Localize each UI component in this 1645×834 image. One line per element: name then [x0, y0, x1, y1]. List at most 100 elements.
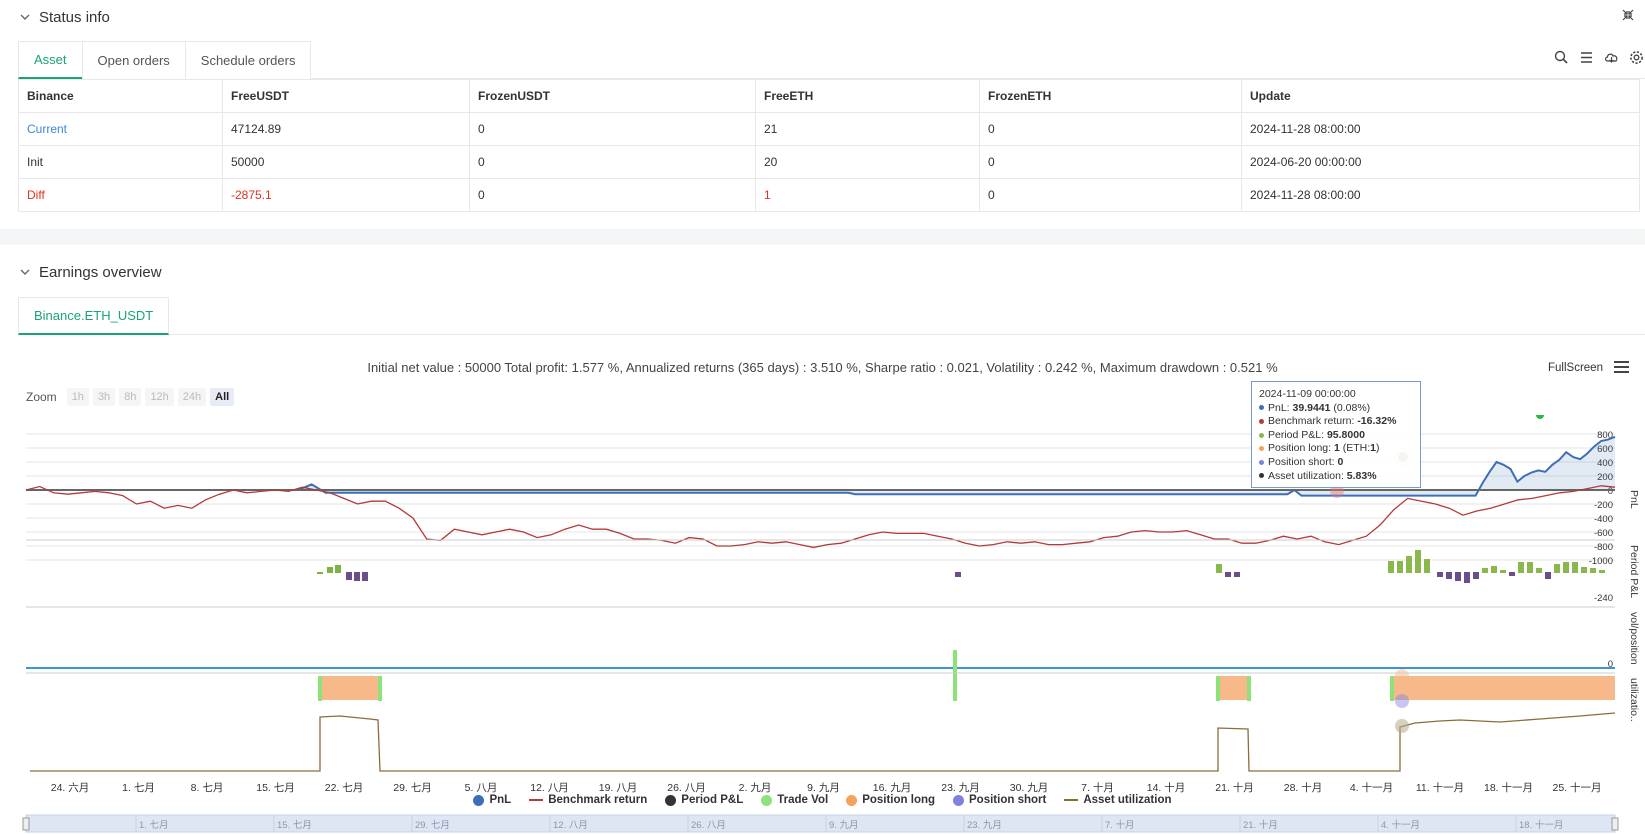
legend-position-short[interactable]: Position short	[953, 794, 1046, 806]
last-point-marker	[1536, 415, 1544, 419]
period-pnl-bar	[1482, 568, 1488, 573]
tooltip-date: 2024-11-09 00:00:00	[1259, 388, 1356, 400]
vol-axis-tick: 0	[1608, 659, 1613, 670]
period-pnl-bar	[1545, 572, 1551, 579]
zoom-24h-button[interactable]: 24h	[177, 388, 207, 406]
zoom-8h-button[interactable]: 8h	[119, 388, 142, 406]
period-pnl-bar	[1527, 562, 1533, 573]
legend-pnl[interactable]: PnL	[473, 794, 511, 806]
pnl-axis-tick: -800	[1594, 542, 1613, 553]
x-axis-tick: 14. 十月	[1147, 781, 1186, 794]
x-axis-tick: 18. 十一月	[1484, 781, 1533, 794]
table-cell: 21	[755, 112, 980, 146]
hover-marker-long	[1395, 669, 1409, 683]
gear-icon[interactable]	[1628, 49, 1645, 66]
period-pnl-bar	[1225, 572, 1231, 577]
col-binance: Binance	[18, 79, 223, 113]
position-long-area	[1218, 676, 1251, 700]
x-axis-tick: 7. 十月	[1081, 781, 1114, 794]
legend-symbol	[846, 794, 858, 806]
status-info-header[interactable]: Status info	[0, 0, 1645, 34]
period-pnl-bar	[1536, 568, 1542, 573]
x-axis-tick: 19. 八月	[599, 782, 638, 794]
legend-symbol	[665, 794, 677, 806]
chevron-down-icon[interactable]	[20, 12, 30, 22]
legend-period-pnl[interactable]: Period P&L	[665, 794, 743, 806]
x-axis-tick: 5. 八月	[465, 782, 498, 794]
x-axis-tick: 1. 七月	[122, 782, 155, 794]
tab-schedule-orders[interactable]: Schedule orders	[184, 41, 312, 79]
period-pnl-bar	[327, 567, 333, 573]
list-icon[interactable]	[1578, 49, 1595, 66]
legend-asset-util[interactable]: Asset utilization	[1064, 794, 1172, 806]
zoom-3h-button[interactable]: 3h	[92, 388, 116, 406]
period-pnl-bar	[317, 572, 323, 574]
tooltip-period: Period P&L: 95.8000	[1259, 429, 1413, 443]
navigator-tick: 4. 十一月	[1381, 819, 1420, 831]
table-cell: 0	[469, 145, 756, 179]
period-axis-tick: -240	[1594, 593, 1613, 604]
x-axis-tick: 15. 七月	[256, 782, 295, 794]
hover-marker-short	[1395, 694, 1409, 708]
x-axis-tick: 9. 九月	[807, 782, 840, 794]
pnl-axis-label: PnL	[1628, 490, 1640, 509]
trade-vol-bar	[1216, 676, 1220, 701]
x-axis-tick: 4. 十一月	[1350, 781, 1393, 794]
collapse-icon[interactable]	[1621, 8, 1635, 22]
period-pnl-bar	[1388, 561, 1394, 573]
col-frozenusdt: FrozenUSDT	[469, 79, 756, 113]
legend-symbol	[1064, 799, 1079, 801]
period-pnl-bar	[1446, 572, 1452, 579]
tooltip-util: Asset utilization: 5.83%	[1259, 470, 1413, 484]
zoom-1h-button[interactable]: 1h	[66, 388, 89, 406]
navigator-tick: 23. 九月	[967, 819, 1002, 831]
navigator-tick: 29. 七月	[415, 820, 450, 831]
x-axis-tick: 30. 九月	[1010, 782, 1049, 794]
hover-marker-util	[1395, 719, 1409, 733]
row-label-current[interactable]: Current	[18, 112, 223, 146]
search-icon[interactable]	[1553, 49, 1570, 66]
col-freeusdt: FreeUSDT	[222, 79, 470, 113]
table-cell: 2024-06-20 00:00:00	[1241, 145, 1640, 179]
pnl-axis-tick: -1000	[1589, 556, 1613, 567]
tooltip-benchmark: Benchmark return: -16.32%	[1259, 415, 1413, 429]
period-pnl-bar	[1590, 568, 1596, 573]
x-axis-tick: 24. 六月	[51, 782, 90, 794]
vol-axis-label: vol/position	[1628, 612, 1640, 665]
table-cell: 2024-11-28 08:00:00	[1241, 178, 1640, 212]
period-pnl-bar	[1464, 572, 1470, 583]
tab-asset[interactable]: Asset	[18, 41, 83, 79]
zoom-12h-button[interactable]: 12h	[145, 388, 174, 406]
x-axis-tick: 26. 八月	[667, 782, 706, 794]
period-pnl-bar	[354, 572, 360, 581]
row-label-diff: Diff	[18, 178, 223, 212]
period-pnl-bar	[1518, 562, 1524, 573]
x-axis-tick: 23. 九月	[941, 782, 980, 794]
zoom-label: Zoom	[26, 390, 57, 404]
pnl-axis-tick: -600	[1594, 528, 1613, 539]
chevron-down-icon[interactable]	[20, 267, 30, 277]
legend-benchmark[interactable]: Benchmark return	[529, 794, 647, 806]
x-axis-tick: 22. 七月	[325, 782, 364, 794]
row-label-init: Init	[18, 145, 223, 179]
tooltip-pnl: PnL: 39.9441 (0.08%)	[1259, 402, 1413, 416]
table-cell: 0	[979, 112, 1242, 146]
hamburger-menu-icon[interactable]	[1613, 360, 1630, 374]
earnings-overview-header[interactable]: Earnings overview	[0, 255, 1645, 289]
legend-trade-vol[interactable]: Trade Vol	[761, 794, 828, 806]
navigator-tick: 18. 十一月	[1519, 819, 1563, 831]
table-toolbar	[1553, 49, 1645, 66]
status-tabs: Asset Open orders Schedule orders	[18, 41, 1645, 79]
x-axis-tick: 25. 十一月	[1552, 781, 1601, 794]
cloud-download-icon[interactable]	[1603, 49, 1620, 66]
x-axis-tick: 21. 十月	[1215, 781, 1254, 794]
zoom-all-button[interactable]: All	[210, 388, 235, 406]
fullscreen-button[interactable]: FullScreen	[1548, 362, 1603, 374]
tab-open-orders[interactable]: Open orders	[81, 41, 186, 79]
navigator-handle-right	[1611, 817, 1619, 831]
legend-position-long[interactable]: Position long	[846, 794, 935, 806]
tab-binance-eth-usdt[interactable]: Binance.ETH_USDT	[18, 297, 170, 335]
legend-symbol	[529, 799, 544, 801]
navigator	[25, 814, 1616, 833]
table-row: Diff -2875.1 0 1 0 2024-11-28 08:00:00	[18, 178, 1640, 212]
